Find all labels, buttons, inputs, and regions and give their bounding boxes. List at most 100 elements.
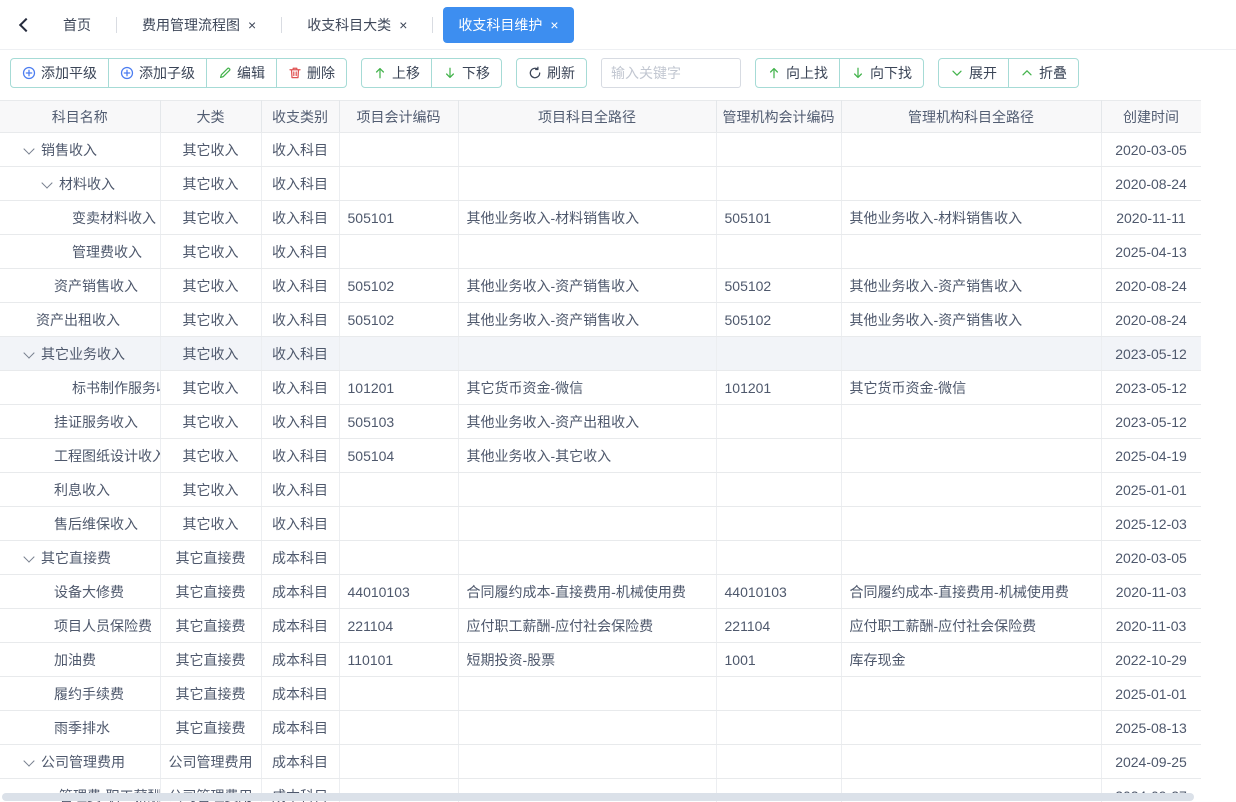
cell-category: 其它收入: [160, 405, 261, 439]
tab-label: 收支科目大类: [307, 15, 391, 35]
table-row[interactable]: 资产销售收入 其它收入 收入科目 505102 其他业务收入-资产销售收入 50…: [0, 269, 1201, 303]
编辑-button[interactable]: 编辑: [206, 58, 277, 88]
cell-project-path: 其他业务收入-材料销售收入: [458, 201, 716, 235]
cell-category: 公司管理费用: [160, 745, 261, 779]
tab-separator: [116, 17, 117, 33]
cell-org-code: [716, 473, 841, 507]
refresh-icon: [528, 66, 542, 80]
添加平级-button[interactable]: 添加平级: [10, 58, 109, 88]
close-icon[interactable]: ×: [550, 18, 558, 32]
cell-created: 2020-08-24: [1101, 303, 1201, 337]
cell-org-code: [716, 745, 841, 779]
column-header-4: 项目科目全路径: [458, 101, 716, 133]
button-label: 添加平级: [41, 63, 97, 83]
close-icon[interactable]: ×: [399, 18, 407, 32]
cell-project-code: 110101: [339, 643, 458, 677]
button-label: 删除: [307, 63, 335, 83]
table-row[interactable]: 挂证服务收入 其它收入 收入科目 505103 其他业务收入-资产出租收入 20…: [0, 405, 1201, 439]
subject-name: 资产销售收入: [54, 276, 138, 296]
table-row[interactable]: 材料收入 其它收入 收入科目 2020-08-24: [0, 167, 1201, 201]
cell-org-code: [716, 507, 841, 541]
chevron-left-icon[interactable]: [14, 14, 36, 36]
cell-project-path: [458, 745, 716, 779]
cell-created: 2025-08-13: [1101, 711, 1201, 745]
button-label: 向下找: [870, 63, 912, 83]
subject-name: 挂证服务收入: [54, 412, 138, 432]
cell-category: 其它收入: [160, 371, 261, 405]
cell-created: 2020-11-11: [1101, 201, 1201, 235]
tab-3[interactable]: 收支科目维护×: [443, 7, 573, 43]
table-row[interactable]: 售后维保收入 其它收入 收入科目 2025-12-03: [0, 507, 1201, 541]
horizontal-scrollbar-thumb[interactable]: [2, 793, 1194, 801]
cell-project-code: 505104: [339, 439, 458, 473]
expand-caret-icon[interactable]: [23, 144, 35, 156]
cell-category: 其它直接费: [160, 541, 261, 575]
table-row[interactable]: 公司管理费用 公司管理费用 成本科目 2024-09-25: [0, 745, 1201, 779]
cell-project-path: 其他业务收入-其它收入: [458, 439, 716, 473]
table-row[interactable]: 资产出租收入 其它收入 收入科目 505102 其他业务收入-资产销售收入 50…: [0, 303, 1201, 337]
table-row[interactable]: 利息收入 其它收入 收入科目 2025-01-01: [0, 473, 1201, 507]
cell-project-path: 其他业务收入-资产销售收入: [458, 303, 716, 337]
添加子级-button[interactable]: 添加子级: [108, 58, 207, 88]
app-window: 首页费用管理流程图×收支科目大类×收支科目维护× 添加平级添加子级编辑删除上移下…: [0, 0, 1236, 802]
close-icon[interactable]: ×: [248, 18, 256, 32]
cell-org-code: [716, 439, 841, 473]
cell-created: 2024-09-25: [1101, 745, 1201, 779]
cell-io-type: 成本科目: [261, 745, 339, 779]
tab-1[interactable]: 费用管理流程图×: [127, 7, 271, 43]
向上找-button[interactable]: 向上找: [755, 58, 840, 88]
table-row[interactable]: 项目人员保险费 其它直接费 成本科目 221104 应付职工薪酬-应付社会保险费…: [0, 609, 1201, 643]
cell-io-type: 成本科目: [261, 541, 339, 575]
table-row[interactable]: 设备大修费 其它直接费 成本科目 44010103 合同履约成本-直接费用-机械…: [0, 575, 1201, 609]
cell-category: 其它收入: [160, 303, 261, 337]
subject-name: 管理费收入: [72, 242, 142, 262]
cell-org-code: [716, 405, 841, 439]
arrow-up-icon: [767, 66, 781, 80]
上移-button[interactable]: 上移: [361, 58, 432, 88]
向下找-button[interactable]: 向下找: [839, 58, 924, 88]
cell-category: 其它收入: [160, 507, 261, 541]
table-row[interactable]: 标书制作服务收入 其它收入 收入科目 101201 其它货币资金-微信 1012…: [0, 371, 1201, 405]
cell-org-code: [716, 711, 841, 745]
subject-name: 加油费: [54, 650, 96, 670]
table-row[interactable]: 加油费 其它直接费 成本科目 110101 短期投资-股票 1001 库存现金 …: [0, 643, 1201, 677]
expand-caret-icon[interactable]: [23, 552, 35, 564]
cell-io-type: 收入科目: [261, 167, 339, 201]
cell-org-path: [841, 473, 1101, 507]
cell-project-path: [458, 235, 716, 269]
刷新-button[interactable]: 刷新: [516, 58, 587, 88]
cell-io-type: 收入科目: [261, 371, 339, 405]
column-header-6: 管理机构科目全路径: [841, 101, 1101, 133]
search-input[interactable]: [601, 58, 741, 88]
expand-caret-icon[interactable]: [41, 178, 53, 190]
table-row[interactable]: 其它直接费 其它直接费 成本科目 2020-03-05: [0, 541, 1201, 575]
table-row[interactable]: 变卖材料收入 其它收入 收入科目 505101 其他业务收入-材料销售收入 50…: [0, 201, 1201, 235]
cell-org-path: [841, 541, 1101, 575]
table-row[interactable]: 管理费收入 其它收入 收入科目 2025-04-13: [0, 235, 1201, 269]
table-row[interactable]: 其它业务收入 其它收入 收入科目 2023-05-12: [0, 337, 1201, 371]
table-row[interactable]: 工程图纸设计收入 其它收入 收入科目 505104 其他业务收入-其它收入 20…: [0, 439, 1201, 473]
tab-bar: 首页费用管理流程图×收支科目大类×收支科目维护×: [0, 0, 1236, 50]
cell-category: 其它直接费: [160, 609, 261, 643]
expand-caret-icon[interactable]: [23, 756, 35, 768]
cell-org-code: [716, 541, 841, 575]
cell-project-code: [339, 473, 458, 507]
button-label: 添加子级: [139, 63, 195, 83]
table-row[interactable]: 销售收入 其它收入 收入科目 2020-03-05: [0, 133, 1201, 167]
subject-name: 资产出租收入: [36, 310, 120, 330]
cell-org-path: 其它货币资金-微信: [841, 371, 1101, 405]
展开-button[interactable]: 展开: [938, 58, 1009, 88]
tab-home[interactable]: 首页: [48, 7, 106, 43]
subject-name: 售后维保收入: [54, 514, 138, 534]
cell-io-type: 收入科目: [261, 303, 339, 337]
折叠-button[interactable]: 折叠: [1008, 58, 1079, 88]
table-row[interactable]: 履约手续费 其它直接费 成本科目 2025-01-01: [0, 677, 1201, 711]
下移-button[interactable]: 下移: [431, 58, 502, 88]
cell-org-path: [841, 711, 1101, 745]
tab-2[interactable]: 收支科目大类 ×: [292, 7, 422, 43]
table-row[interactable]: 雨季排水 其它直接费 成本科目 2025-08-13: [0, 711, 1201, 745]
cell-io-type: 成本科目: [261, 575, 339, 609]
cell-created: 2020-08-24: [1101, 167, 1201, 201]
expand-caret-icon[interactable]: [23, 348, 35, 360]
删除-button[interactable]: 删除: [276, 58, 347, 88]
